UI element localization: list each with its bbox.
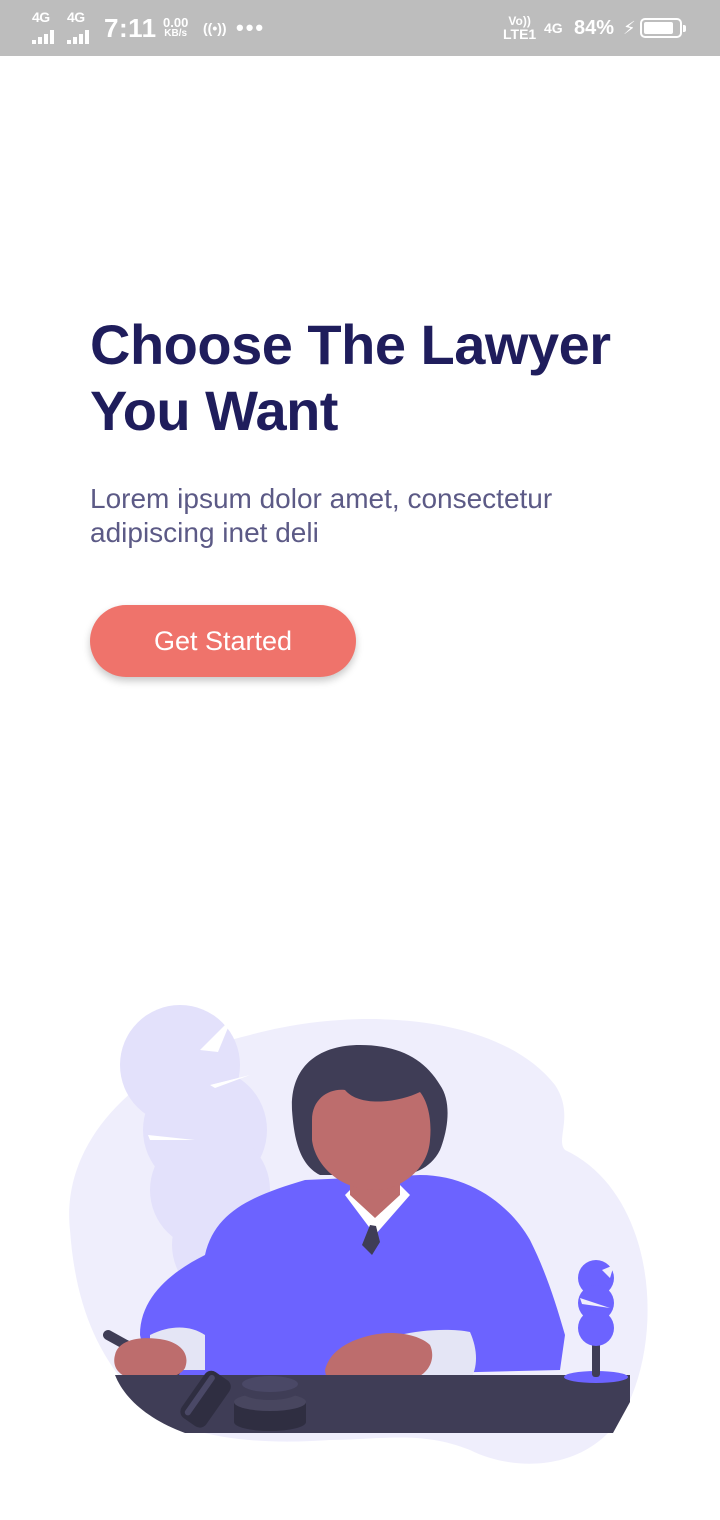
speed-unit: KB/s [164, 28, 188, 39]
speed-value: 0.00 [163, 15, 189, 30]
network-speed: 0.00 KB/s [163, 0, 188, 56]
onboarding-screen: 4G 4G 7:11 0.00 KB/s ((•)) ••• Vo)) LTE1 [0, 0, 720, 1520]
get-started-button[interactable]: Get Started [90, 605, 356, 677]
status-time: 7:11 [104, 12, 157, 43]
battery-icon [640, 0, 686, 56]
signal-2-label: 4G [67, 9, 85, 25]
battery-fill [644, 22, 673, 34]
more-icon: ••• [236, 15, 266, 40]
signal-1-label: 4G [32, 9, 50, 25]
sound-block [234, 1376, 306, 1431]
network-type: 4G [544, 20, 563, 36]
left-hand [114, 1338, 187, 1380]
lawyer-illustration [69, 1005, 648, 1464]
charging-icon: ⚡ [623, 17, 636, 38]
volte-indicator: Vo)) LTE1 [503, 0, 536, 56]
page-title: Choose The Lawyer You Want [90, 313, 611, 442]
page-subtitle: Lorem ipsum dolor amet, consectetur adip… [90, 483, 553, 548]
hotspot-icon: ((•)) [203, 20, 227, 36]
signal-2: 4G [67, 0, 97, 56]
volte-bottom: LTE1 [503, 26, 537, 42]
status-bar: 4G 4G 7:11 0.00 KB/s ((•)) ••• Vo)) LTE1 [0, 0, 720, 56]
signal-icon: 4G [32, 8, 62, 48]
signal-1: 4G [32, 0, 62, 56]
signal-icon: 4G [67, 8, 97, 48]
battery-percent: 84% [574, 16, 615, 39]
